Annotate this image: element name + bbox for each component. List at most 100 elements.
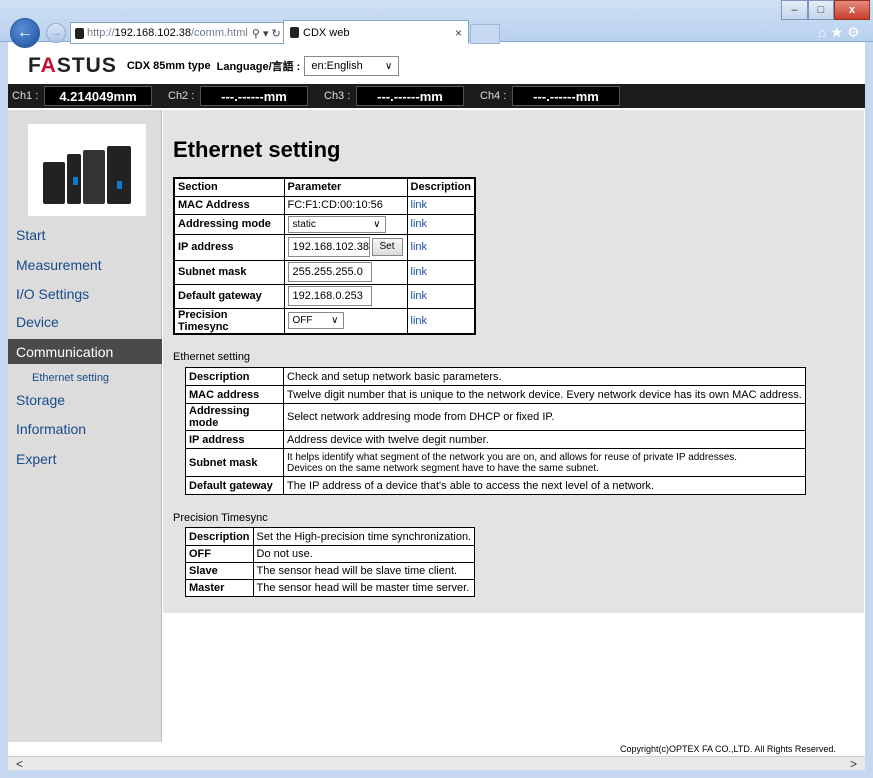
subnet-mask-input[interactable]: 255.255.255.0 <box>287 262 372 282</box>
gateway-link[interactable]: link <box>411 290 428 302</box>
product-module <box>83 150 105 204</box>
browser-window: ← → http://192.168.102.38/comm.html ⚲ ▾ … <box>0 0 873 778</box>
address-path: /comm.html <box>191 27 248 39</box>
timesync-value: OFF <box>292 315 313 326</box>
scroll-left-icon[interactable]: < <box>16 757 23 771</box>
table-row: IP address Address device with twelve de… <box>185 430 806 449</box>
close-window-button[interactable]: x <box>834 0 870 20</box>
chevron-down-icon: ∨ <box>331 315 339 326</box>
row-key: Description <box>185 367 284 386</box>
row-value: It helps identify what segment of the ne… <box>287 451 738 463</box>
table-row: Description Check and setup network basi… <box>185 367 806 386</box>
column-header: Parameter <box>283 177 408 197</box>
new-tab-button[interactable] <box>470 24 500 44</box>
channel-label: Ch3 : <box>324 90 351 102</box>
channel-value: ---.------mm <box>200 86 308 106</box>
gateway-label: Default gateway <box>173 283 285 309</box>
window-border <box>865 42 873 778</box>
row-value: Set the High-precision time synchronizat… <box>252 527 476 546</box>
nav-ethernet-setting[interactable]: Ethernet setting <box>32 372 109 384</box>
subnet-link[interactable]: link <box>411 266 428 278</box>
mac-label: MAC Address <box>173 195 285 215</box>
set-ip-button[interactable]: Set <box>371 238 403 256</box>
minimize-icon: – <box>791 4 798 16</box>
tab-title: CDX web <box>303 26 350 39</box>
sidebar: Start Measurement I/O Settings Device Co… <box>8 110 162 742</box>
minimize-button[interactable]: – <box>781 0 808 20</box>
addressing-mode-value: static <box>292 218 316 230</box>
table-row: OFF Do not use. <box>185 545 476 563</box>
ip-label: IP address <box>173 233 285 261</box>
row-key: MAC address <box>185 385 284 404</box>
table-row: Slave The sensor head will be slave time… <box>185 562 476 580</box>
addressing-label: Addressing mode <box>173 213 285 235</box>
language-label: Language/言語 : <box>216 61 301 73</box>
nav-storage[interactable]: Storage <box>16 392 65 408</box>
ethernet-description-table: Description Check and setup network basi… <box>185 367 806 495</box>
channel-value: 4.214049mm <box>44 86 152 106</box>
model-label: CDX 85mm type <box>126 60 211 72</box>
nav-communication[interactable]: Communication <box>8 339 162 364</box>
address-bar[interactable]: http://192.168.102.38/comm.html ⚲ ▾ ↻ <box>70 22 300 44</box>
chevron-down-icon: ∨ <box>373 218 381 230</box>
address-controls-icon[interactable]: ⚲ ▾ ↻ <box>252 27 281 40</box>
window-border <box>0 42 8 778</box>
page-title: Ethernet setting <box>173 137 341 162</box>
channel-bar: Ch1 : 4.214049mm Ch2 : ---.------mm Ch3 … <box>8 84 865 108</box>
nav-io-settings[interactable]: I/O Settings <box>16 286 89 302</box>
nav-expert[interactable]: Expert <box>16 451 56 467</box>
row-key: Addressing mode <box>185 403 284 431</box>
row-key: Subnet mask <box>185 448 284 477</box>
row-value: The sensor head will be slave time clien… <box>252 562 476 580</box>
row-value: Twelve digit number that is unique to th… <box>283 385 806 404</box>
browser-tab[interactable]: CDX web × <box>283 20 469 44</box>
home-favorites-settings-icon[interactable]: ⌂★⚙ <box>818 24 864 41</box>
product-image <box>28 124 146 216</box>
row-value: Address device with twelve degit number. <box>283 430 806 449</box>
nav-measurement[interactable]: Measurement <box>16 257 102 273</box>
forward-button[interactable]: → <box>46 23 66 43</box>
page-icon <box>75 27 84 39</box>
row-key: IP address <box>185 430 284 449</box>
row-value: The sensor head will be master time serv… <box>252 579 476 597</box>
tab-close-icon[interactable]: × <box>455 26 462 40</box>
timesync-link[interactable]: link <box>411 315 428 327</box>
channel-label: Ch4 : <box>480 90 507 102</box>
channel-value: ---.------mm <box>356 86 464 106</box>
back-button[interactable]: ← <box>10 18 40 48</box>
maximize-button[interactable]: □ <box>808 0 834 20</box>
mac-link[interactable]: link <box>411 199 428 211</box>
table-row: Subnet mask It helps identify what segme… <box>185 448 806 477</box>
nav-information[interactable]: Information <box>16 421 86 437</box>
channel-label: Ch1 : <box>12 90 39 102</box>
row-value: The IP address of a device that's able t… <box>283 476 806 495</box>
subnet-label: Subnet mask <box>173 259 285 285</box>
table-row: Master The sensor head will be master ti… <box>185 579 476 597</box>
language-value: en:English <box>311 60 363 72</box>
nav-start[interactable]: Start <box>16 227 46 243</box>
timesync-label: Precision Timesync <box>173 307 285 334</box>
ip-link[interactable]: link <box>411 241 428 253</box>
ip-address-input[interactable]: 192.168.102.38 <box>287 237 370 257</box>
back-arrow-icon: ← <box>17 24 33 41</box>
mac-value: FC:F1:CD:00:10:56 <box>283 195 408 215</box>
scroll-right-icon[interactable]: > <box>850 757 857 771</box>
table-row: Description Set the High-precision time … <box>185 527 476 546</box>
language-select[interactable]: en:English ∨ <box>304 56 400 76</box>
row-key: OFF <box>185 545 254 563</box>
timesync-select[interactable]: OFF ∨ <box>287 312 344 329</box>
row-value: Check and setup network basic parameters… <box>283 367 806 386</box>
addressing-mode-select[interactable]: static ∨ <box>287 215 386 233</box>
settings-table: Section Parameter Description MAC Addres… <box>173 177 477 335</box>
nav-device[interactable]: Device <box>16 314 59 330</box>
table-row: MAC address Twelve digit number that is … <box>185 385 806 404</box>
window-border <box>0 770 873 778</box>
horizontal-scrollbar[interactable]: < > <box>8 756 865 771</box>
channel-value: ---.------mm <box>512 86 620 106</box>
product-module <box>67 154 81 204</box>
browser-titlebar: ← → http://192.168.102.38/comm.html ⚲ ▾ … <box>0 0 873 48</box>
default-gateway-input[interactable]: 192.168.0.253 <box>287 286 372 306</box>
main-blank-area <box>163 613 864 742</box>
table-row: Default gateway The IP address of a devi… <box>185 476 806 495</box>
addressing-link[interactable]: link <box>411 218 428 230</box>
